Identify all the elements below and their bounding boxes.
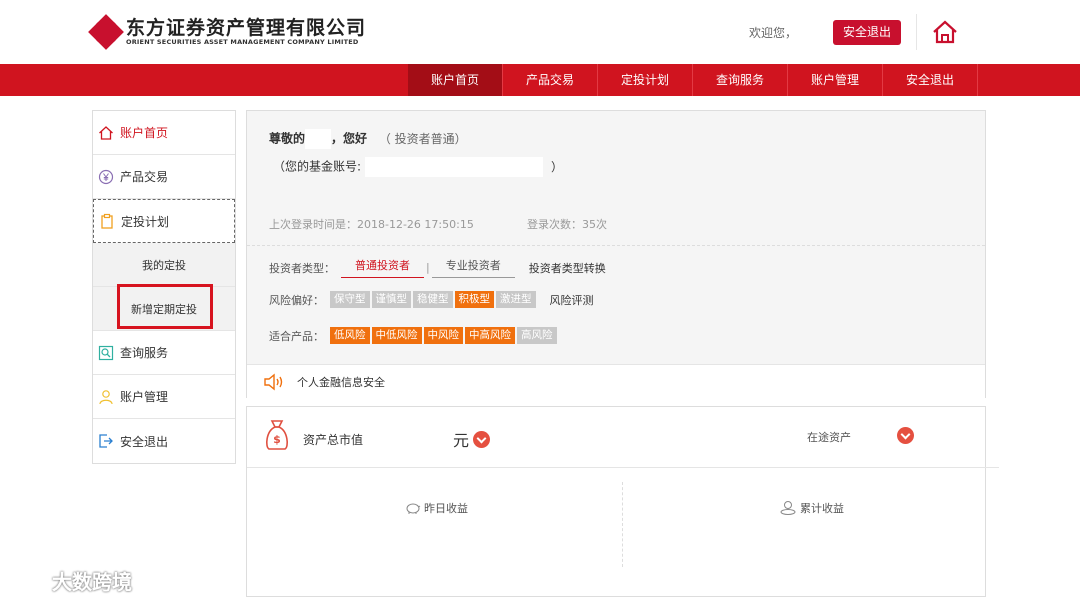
asset-panel: $ 资产总市值 元 在途资产 昨日收益 累计收益 bbox=[246, 406, 999, 597]
chevron-down-icon[interactable] bbox=[897, 427, 914, 444]
header: 东方证券资产管理有限公司 ORIENT SECURITIES ASSET MAN… bbox=[0, 0, 1080, 64]
nav-item-query[interactable]: 查询服务 bbox=[693, 64, 788, 96]
product-chip-mid: 中风险 bbox=[423, 327, 463, 344]
logo-text-cn: 东方证券资产管理有限公司 bbox=[126, 17, 367, 39]
header-logout-button[interactable]: 安全退出 bbox=[833, 20, 901, 45]
sidebar-item-label: 账户首页 bbox=[120, 126, 169, 140]
risk-chip-aggressive: 激进型 bbox=[496, 291, 536, 308]
watermark-text: 大数跨境 bbox=[52, 570, 132, 594]
sidebar-item-product-trade[interactable]: 产品交易 bbox=[93, 155, 235, 199]
welcome-text: 欢迎您， bbox=[749, 26, 798, 40]
sidebar-item-label: 安全退出 bbox=[120, 434, 169, 449]
risk-chip-stable: 稳健型 bbox=[413, 291, 453, 308]
yuan-icon bbox=[98, 169, 114, 184]
asset-vertical-divider bbox=[622, 482, 623, 567]
product-chip-mid-high: 中高风险 bbox=[465, 327, 515, 344]
yesterday-earnings-label: 昨日收益 bbox=[424, 502, 468, 515]
nav-item-logout[interactable]: 安全退出 bbox=[883, 64, 978, 96]
greeting: 尊敬的 ，您好 （ 投资者普通） bbox=[269, 129, 467, 149]
clipboard-icon bbox=[101, 213, 113, 229]
main-nav: 账户首页 产品交易 定投计划 查询服务 账户管理 安全退出 bbox=[0, 64, 1080, 96]
investor-type-text: （ 投资者普通） bbox=[378, 131, 467, 146]
sidebar-item-logout[interactable]: 安全退出 bbox=[93, 419, 235, 463]
sidebar-item-account-home[interactable]: 账户首页 bbox=[93, 111, 235, 155]
sidebar-sub-my-auto-invest[interactable]: 我的定投 bbox=[93, 243, 235, 287]
risk-preference-label: 风险偏好： bbox=[269, 293, 324, 307]
account-info-panel: 尊敬的 ，您好 （ 投资者普通） （您的基金账号: ） 上次登录时间是：2018-1… bbox=[246, 110, 986, 398]
investor-type-convert-link[interactable]: 投资者类型转换 bbox=[529, 260, 606, 276]
in-transit-label: 在途资产 bbox=[807, 431, 851, 444]
security-notice-text: 个人金融信息安全 bbox=[297, 375, 385, 389]
investor-type-label: 投资者类型： bbox=[269, 261, 335, 275]
risk-preference-row: 风险偏好： 保守型 谨慎型 稳健型 积极型 激进型 风险评测 bbox=[269, 291, 594, 308]
asset-divider bbox=[247, 467, 999, 468]
header-divider bbox=[916, 14, 917, 50]
total-asset-label: 资产总市值 bbox=[303, 433, 364, 447]
last-login-time: 上次登录时间是：2018-12-26 17:50:15 bbox=[269, 218, 474, 231]
cumulative-earnings-label: 累计收益 bbox=[800, 502, 844, 515]
user-icon bbox=[99, 389, 113, 404]
risk-chip-active: 积极型 bbox=[454, 291, 494, 308]
yesterday-earnings: 昨日收益 bbox=[405, 500, 468, 516]
home-icon[interactable] bbox=[932, 20, 958, 44]
coins-icon bbox=[780, 501, 796, 515]
exit-icon bbox=[99, 434, 113, 448]
product-chip-high: 高风险 bbox=[517, 327, 557, 344]
company-logo[interactable]: 东方证券资产管理有限公司 ORIENT SECURITIES ASSET MAN… bbox=[88, 14, 367, 50]
sidebar-item-label: 账户管理 bbox=[120, 390, 169, 404]
highlight-annotation bbox=[117, 284, 213, 329]
sidebar-item-label: 产品交易 bbox=[120, 170, 169, 184]
watermark-logo-icon bbox=[10, 570, 48, 591]
risk-chip-conservative: 保守型 bbox=[330, 291, 370, 308]
sidebar-item-query[interactable]: 查询服务 bbox=[93, 331, 235, 375]
sidebar-item-label: 定投计划 bbox=[121, 214, 170, 229]
tab-professional-investor[interactable]: 专业投资者 bbox=[431, 257, 515, 278]
nav-item-account-home[interactable]: 账户首页 bbox=[408, 64, 503, 96]
home-icon bbox=[99, 125, 113, 140]
nav-item-product-trade[interactable]: 产品交易 bbox=[503, 64, 598, 96]
logo-mark-icon bbox=[88, 14, 124, 50]
suitable-products-label: 适合产品： bbox=[269, 329, 324, 343]
piggy-bank-icon bbox=[406, 503, 421, 514]
query-icon bbox=[98, 345, 114, 360]
investor-type-row: 投资者类型： 普通投资者 | 专业投资者 投资者类型转换 bbox=[269, 257, 606, 278]
nav-item-auto-invest[interactable]: 定投计划 bbox=[598, 64, 693, 96]
security-notice[interactable]: 个人金融信息安全 bbox=[247, 364, 985, 398]
tab-separator: | bbox=[426, 261, 430, 274]
risk-evaluation-link[interactable]: 风险评测 bbox=[550, 292, 594, 308]
login-count: 登录次数：35次 bbox=[527, 218, 607, 231]
masked-name bbox=[305, 129, 332, 149]
money-bag-icon: $ bbox=[265, 420, 289, 450]
fund-account: （您的基金账号: ） bbox=[273, 157, 563, 177]
sidebar-item-auto-invest[interactable]: 定投计划 bbox=[93, 199, 235, 243]
greeting-suffix: ，您好 bbox=[331, 131, 368, 146]
masked-account bbox=[365, 157, 544, 177]
sidebar-item-label: 查询服务 bbox=[120, 346, 169, 360]
nav-item-account-manage[interactable]: 账户管理 bbox=[788, 64, 883, 96]
suitable-products-row: 适合产品： 低风险 中低风险 中风险 中高风险 高风险 bbox=[269, 327, 559, 344]
fund-account-close: ） bbox=[551, 159, 564, 174]
product-chip-low: 低风险 bbox=[330, 327, 370, 344]
cumulative-earnings: 累计收益 bbox=[779, 500, 844, 516]
tab-ordinary-investor[interactable]: 普通投资者 bbox=[341, 257, 424, 278]
watermark: 大数跨境 bbox=[10, 566, 132, 595]
speaker-icon bbox=[264, 373, 283, 390]
greeting-prefix: 尊敬的 bbox=[269, 131, 306, 146]
sidebar-item-account-manage[interactable]: 账户管理 bbox=[93, 375, 235, 419]
svg-text:$: $ bbox=[273, 433, 281, 446]
divider bbox=[247, 245, 985, 246]
risk-chip-cautious: 谨慎型 bbox=[371, 291, 411, 308]
logo-text-en: ORIENT SECURITIES ASSET MANAGEMENT COMPA… bbox=[126, 38, 359, 46]
total-asset-unit: 元 bbox=[453, 431, 470, 450]
product-chip-mid-low: 中低风险 bbox=[371, 327, 422, 344]
chevron-down-icon[interactable] bbox=[473, 431, 490, 448]
fund-account-label: （您的基金账号: bbox=[273, 159, 362, 174]
